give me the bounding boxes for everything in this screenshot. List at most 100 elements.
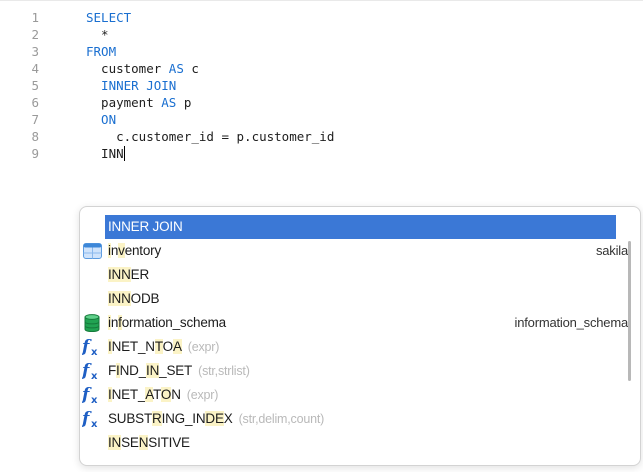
- line-number: 5: [31, 78, 39, 93]
- svg-text:x: x: [91, 347, 98, 356]
- svg-text:x: x: [91, 371, 98, 380]
- suggestion-item[interactable]: f x INET_ATON (expr): [80, 383, 628, 407]
- code-line: ON: [86, 111, 334, 128]
- suggestion-source: sakila: [595, 243, 628, 258]
- suggestion-name: INNER JOIN: [108, 219, 183, 234]
- sql-text: payment: [86, 95, 162, 110]
- code-area[interactable]: SELECT * FROM customer AS c INNER JOIN pa…: [86, 9, 334, 162]
- match-highlight: IN: [146, 363, 160, 378]
- suggestion-label: INNER JOIN: [105, 215, 616, 239]
- suggestion-item[interactable]: information_schema information_schema: [80, 311, 628, 335]
- suggestion-label: INET_ATON (expr): [108, 383, 218, 407]
- sql-text: customer: [86, 61, 169, 76]
- suggestion-label: inventory: [108, 239, 161, 263]
- table-icon: [82, 242, 102, 260]
- suggestion-list: INNER JOIN inventory sakila INNER INNODB info…: [80, 215, 628, 455]
- suggestion-name: FIND_IN_SET: [108, 363, 193, 378]
- database-icon: [82, 314, 102, 332]
- function-icon: fx: [82, 362, 102, 380]
- text-caret: [123, 146, 125, 161]
- line-number: 1: [31, 10, 39, 25]
- match-highlight: DE: [205, 411, 224, 426]
- suggestion-item[interactable]: f x SUBSTRING_INDEX (str,delim,count): [80, 407, 628, 431]
- function-signature: (str,delim,count): [238, 412, 325, 426]
- code-line: payment AS p: [86, 94, 334, 111]
- suggestion-label: SUBSTRING_INDEX (str,delim,count): [108, 407, 324, 431]
- suggestion-name: INET_NTOA: [108, 339, 182, 354]
- line-number: 7: [31, 112, 39, 127]
- suggestion-name: INNER: [108, 267, 150, 282]
- suggestion-name: INSENSITIVE: [108, 435, 190, 450]
- code-line: FROM: [86, 43, 334, 60]
- function-icon: fx: [82, 410, 102, 428]
- match-highlight: T: [154, 339, 163, 354]
- code-line: *: [86, 26, 334, 43]
- match-highlight: I: [108, 339, 112, 354]
- line-number: 6: [31, 95, 39, 110]
- suggestion-name: INNODB: [108, 291, 160, 306]
- suggestion-label: FIND_IN_SET (str,strlist): [108, 359, 250, 383]
- suggestion-source: information_schema: [514, 315, 629, 330]
- sql-text: INN: [86, 146, 124, 161]
- match-highlight: f: [118, 315, 122, 330]
- suggestion-item[interactable]: f x INET_NTOA (expr): [80, 335, 628, 359]
- function-icon: fx: [82, 338, 102, 356]
- suggestion-item[interactable]: INNER JOIN: [80, 215, 628, 239]
- match-highlight: I: [116, 363, 120, 378]
- code-line: c.customer_id = p.customer_id: [86, 128, 334, 145]
- match-highlight: INN: [108, 219, 131, 234]
- svg-text:x: x: [91, 419, 98, 428]
- suggestion-item[interactable]: f x FIND_IN_SET (str,strlist): [80, 359, 628, 383]
- match-highlight: I: [108, 387, 112, 402]
- match-highlight: A: [145, 387, 154, 402]
- match-highlight: INN: [108, 291, 131, 306]
- match-highlight: i: [108, 315, 111, 330]
- line-number: 8: [31, 129, 39, 144]
- match-highlight: IN: [108, 435, 122, 450]
- suggestion-item[interactable]: INNER: [80, 263, 628, 287]
- match-highlight: INN: [108, 267, 131, 282]
- suggestion-item[interactable]: inventory sakila: [80, 239, 628, 263]
- match-highlight: v: [118, 243, 125, 258]
- line-number: 2: [31, 27, 39, 42]
- code-line: customer AS c: [86, 60, 334, 77]
- match-highlight: A: [172, 339, 182, 354]
- suggestion-item[interactable]: INSENSITIVE: [80, 431, 628, 455]
- suggestion-label: INSENSITIVE: [108, 431, 190, 455]
- code-line: INN: [86, 145, 334, 162]
- function-signature: (expr): [187, 340, 220, 354]
- match-highlight: i: [108, 243, 111, 258]
- suggestion-label: information_schema: [108, 311, 226, 335]
- function-icon: fx: [82, 386, 102, 404]
- sql-keyword: INNER JOIN: [86, 78, 177, 93]
- sql-keyword: ON: [86, 112, 117, 127]
- line-number: 9: [31, 146, 39, 161]
- suggestion-label: INET_NTOA (expr): [108, 335, 219, 359]
- suggestion-label: INNER: [108, 263, 149, 287]
- suggestion-name: SUBSTRING_INDEX: [108, 411, 233, 426]
- match-highlight: O: [160, 387, 172, 402]
- suggestion-item[interactable]: INNODB: [80, 287, 628, 311]
- code-line: INNER JOIN: [86, 77, 334, 94]
- sql-text: c: [183, 61, 199, 76]
- code-line: SELECT: [86, 9, 334, 26]
- scrollbar[interactable]: [628, 241, 631, 381]
- suggestion-name: information_schema: [108, 315, 226, 330]
- sql-text: p: [176, 95, 192, 110]
- sql-keyword: AS: [161, 95, 177, 110]
- autocomplete-popup: INNER JOIN inventory sakila INNER INNODB info…: [79, 206, 641, 466]
- suggestion-name: inventory: [108, 243, 162, 258]
- line-number: 4: [31, 61, 39, 76]
- function-signature: (expr): [186, 388, 219, 402]
- sql-text: c.customer_id = p.customer_id: [86, 129, 335, 144]
- sql-keyword: AS: [168, 61, 184, 76]
- sql-keyword: SELECT: [86, 10, 132, 25]
- sql-keyword: FROM: [86, 44, 117, 59]
- svg-text:x: x: [91, 395, 98, 404]
- line-number-gutter: 1 2 3 4 5 6 7 8 9: [0, 9, 52, 162]
- line-number: 3: [31, 44, 39, 59]
- match-highlight: N: [138, 435, 149, 450]
- suggestion-name: INET_ATON: [108, 387, 181, 402]
- match-highlight: R: [152, 411, 162, 426]
- suggestion-label: INNODB: [108, 287, 160, 311]
